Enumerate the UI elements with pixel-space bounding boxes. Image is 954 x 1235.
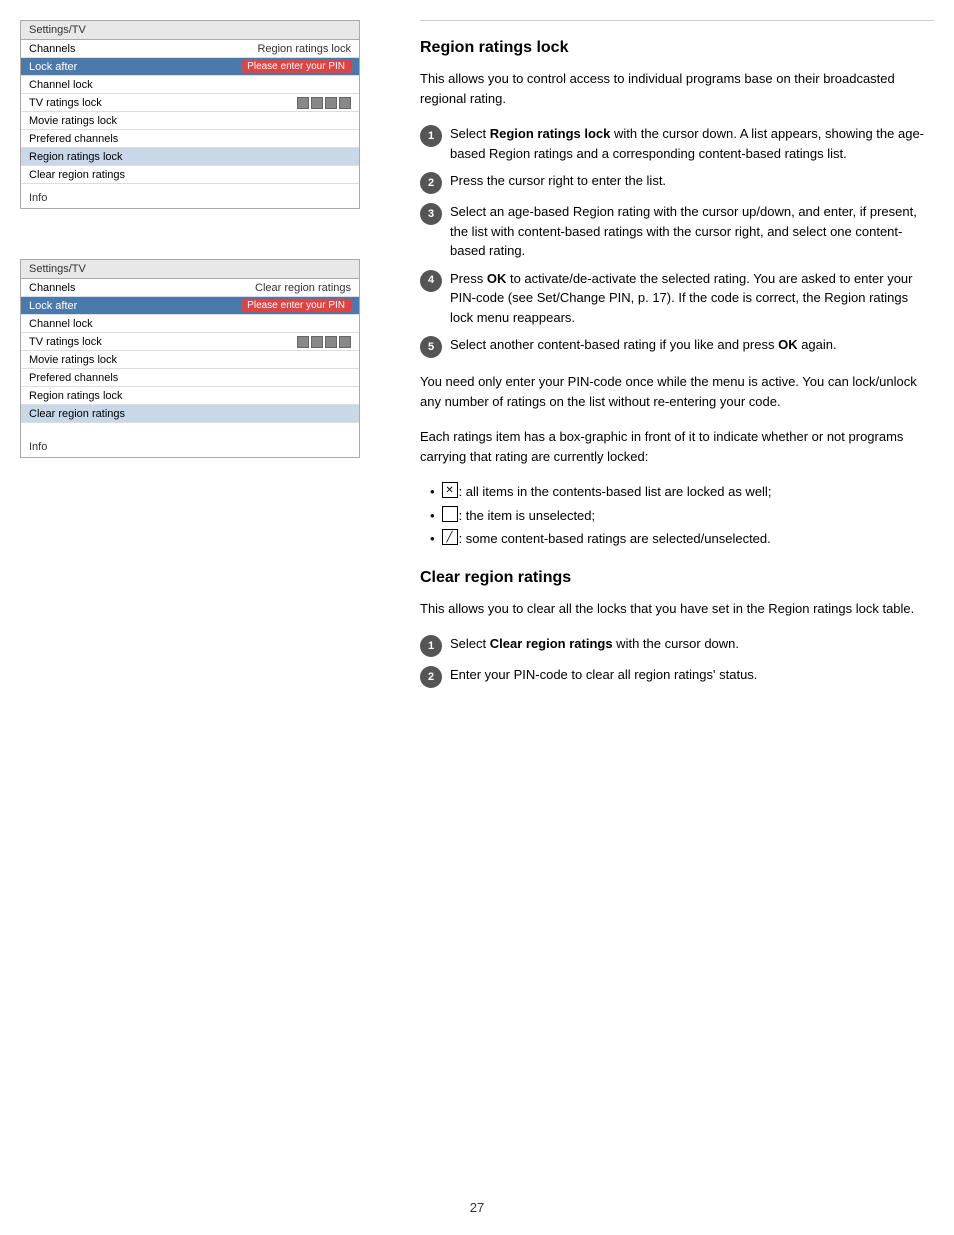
step-number-4: 4 [420,270,442,292]
pin-box-2-4 [339,336,351,348]
panel1-label-prefered: Prefered channels [29,133,351,145]
bullet-item-diagonal: • ╱ : some content-based ratings are sel… [430,529,934,549]
panel2-label-tvratings: TV ratings lock [29,336,297,348]
panel2-row-regionratings[interactable]: Region ratings lock [21,387,359,405]
panel1-label-tvratings: TV ratings lock [29,97,297,109]
clear-region-section: Clear region ratings This allows you to … [420,569,934,689]
panel1-label-lockafter: Lock after [29,61,241,73]
step-text-5: Select another content-based rating if y… [450,335,934,355]
panel2-row-movieratings[interactable]: Movie ratings lock [21,351,359,369]
panel1-row-channels[interactable]: Channels Region ratings lock [21,40,359,58]
panel2-pin-boxes [297,336,351,348]
panel1-pin-placeholder: Please enter your PIN [241,60,351,73]
region-ratings-bullets: • ✕ : all items in the contents-based li… [430,482,934,549]
panel2-row-tvratings[interactable]: TV ratings lock [21,333,359,351]
bullet-text-3: : some content-based ratings are selecte… [459,529,771,549]
step-item: 5 Select another content-based rating if… [420,335,934,358]
pin-box-3 [325,97,337,109]
panel1-label-regionratings: Region ratings lock [29,151,351,163]
panel1-label-clearregion: Clear region ratings [29,169,351,181]
panel2-pin-placeholder: Please enter your PIN [241,299,351,312]
bullet-item-checked: • ✕ : all items in the contents-based li… [430,482,934,502]
clear-step-item-2: 2 Enter your PIN-code to clear all regio… [420,665,934,688]
region-ratings-note2: Each ratings item has a box-graphic in f… [420,427,934,466]
panel2-title: Settings/TV [21,260,359,279]
diagonal-icon: ╱ [442,529,458,545]
region-ratings-note1: You need only enter your PIN-code once w… [420,372,934,411]
right-column: Region ratings lock This allows you to c… [410,20,934,1215]
region-ratings-section: Region ratings lock This allows you to c… [420,20,934,549]
clear-step-item-1: 1 Select Clear region ratings with the c… [420,634,934,657]
pin-box-1 [297,97,309,109]
step-text-3: Select an age-based Region rating with t… [450,202,934,261]
step-text-4: Press OK to activate/de-activate the sel… [450,269,934,328]
panel1-row-movieratings[interactable]: Movie ratings lock [21,112,359,130]
clear-region-intro: This allows you to clear all the locks t… [420,599,934,619]
panel2-row-channellock[interactable]: Channel lock [21,315,359,333]
panel2-label-clearregion: Clear region ratings [29,408,351,420]
panel1-info: Info [21,188,359,208]
panel2-label-movieratings: Movie ratings lock [29,354,351,366]
panel1-label-channellock: Channel lock [29,79,351,91]
bullet-dot-3: • [430,529,435,549]
clear-region-steps: 1 Select Clear region ratings with the c… [420,634,934,688]
bullet-text-1: : all items in the contents-based list a… [459,482,772,502]
page-number: 27 [470,1200,484,1215]
panel2-value-channels: Clear region ratings [255,282,351,294]
region-ratings-steps: 1 Select Region ratings lock with the cu… [420,124,934,358]
panel2-row-channels[interactable]: Channels Clear region ratings [21,279,359,297]
pin-box-4 [339,97,351,109]
step-text-1: Select Region ratings lock with the curs… [450,124,934,163]
empty-icon [442,506,458,522]
panel1-label-movieratings: Movie ratings lock [29,115,351,127]
clear-step-text-1: Select Clear region ratings with the cur… [450,634,934,654]
clear-step-text-2: Enter your PIN-code to clear all region … [450,665,934,685]
panel1-value-channels: Region ratings lock [257,43,351,55]
pin-box-2-2 [311,336,323,348]
panel2-row-prefered[interactable]: Prefered channels [21,369,359,387]
step-item: 4 Press OK to activate/de-activate the s… [420,269,934,328]
panel1-row-prefered[interactable]: Prefered channels [21,130,359,148]
bullet-item-empty: • : the item is unselected; [430,506,934,526]
clear-region-title: Clear region ratings [420,569,934,587]
step-number-5: 5 [420,336,442,358]
pin-box-2 [311,97,323,109]
region-ratings-title: Region ratings lock [420,39,934,57]
panel1-title: Settings/TV [21,21,359,40]
settings-panel-2: Settings/TV Channels Clear region rating… [20,259,360,458]
panel2-info: Info [21,437,359,457]
step-number-1: 1 [420,125,442,147]
panel1-row-lockafter[interactable]: Lock after Please enter your PIN [21,58,359,76]
panel1-row-channellock[interactable]: Channel lock [21,76,359,94]
left-column: Settings/TV Channels Region ratings lock… [20,20,390,1215]
step-number-2: 2 [420,172,442,194]
step-text-2: Press the cursor right to enter the list… [450,171,934,191]
pin-box-2-3 [325,336,337,348]
panel2-label-lockafter: Lock after [29,300,241,312]
step-item: 2 Press the cursor right to enter the li… [420,171,934,194]
bullet-text-2: : the item is unselected; [459,506,596,526]
bullet-dot-2: • [430,506,435,526]
panel2-label-prefered: Prefered channels [29,372,351,384]
panel2-row-clearregion[interactable]: Clear region ratings [21,405,359,423]
region-ratings-intro: This allows you to control access to ind… [420,69,934,108]
checked-icon: ✕ [442,482,458,498]
panel1-label-channels: Channels [29,43,257,55]
step-number-3: 3 [420,203,442,225]
panel2-label-regionratings: Region ratings lock [29,390,351,402]
step-item: 1 Select Region ratings lock with the cu… [420,124,934,163]
panel2-label-channellock: Channel lock [29,318,351,330]
clear-step-number-2: 2 [420,666,442,688]
clear-step-number-1: 1 [420,635,442,657]
panel2-row-lockafter[interactable]: Lock after Please enter your PIN [21,297,359,315]
pin-box-2-1 [297,336,309,348]
step-item: 3 Select an age-based Region rating with… [420,202,934,261]
panel2-label-channels: Channels [29,282,255,294]
panel1-row-clearregion[interactable]: Clear region ratings [21,166,359,184]
panel1-pin-boxes [297,97,351,109]
bullet-dot-1: • [430,482,435,502]
panel1-row-tvratings[interactable]: TV ratings lock [21,94,359,112]
settings-panel-1: Settings/TV Channels Region ratings lock… [20,20,360,209]
panel1-row-regionratings[interactable]: Region ratings lock [21,148,359,166]
